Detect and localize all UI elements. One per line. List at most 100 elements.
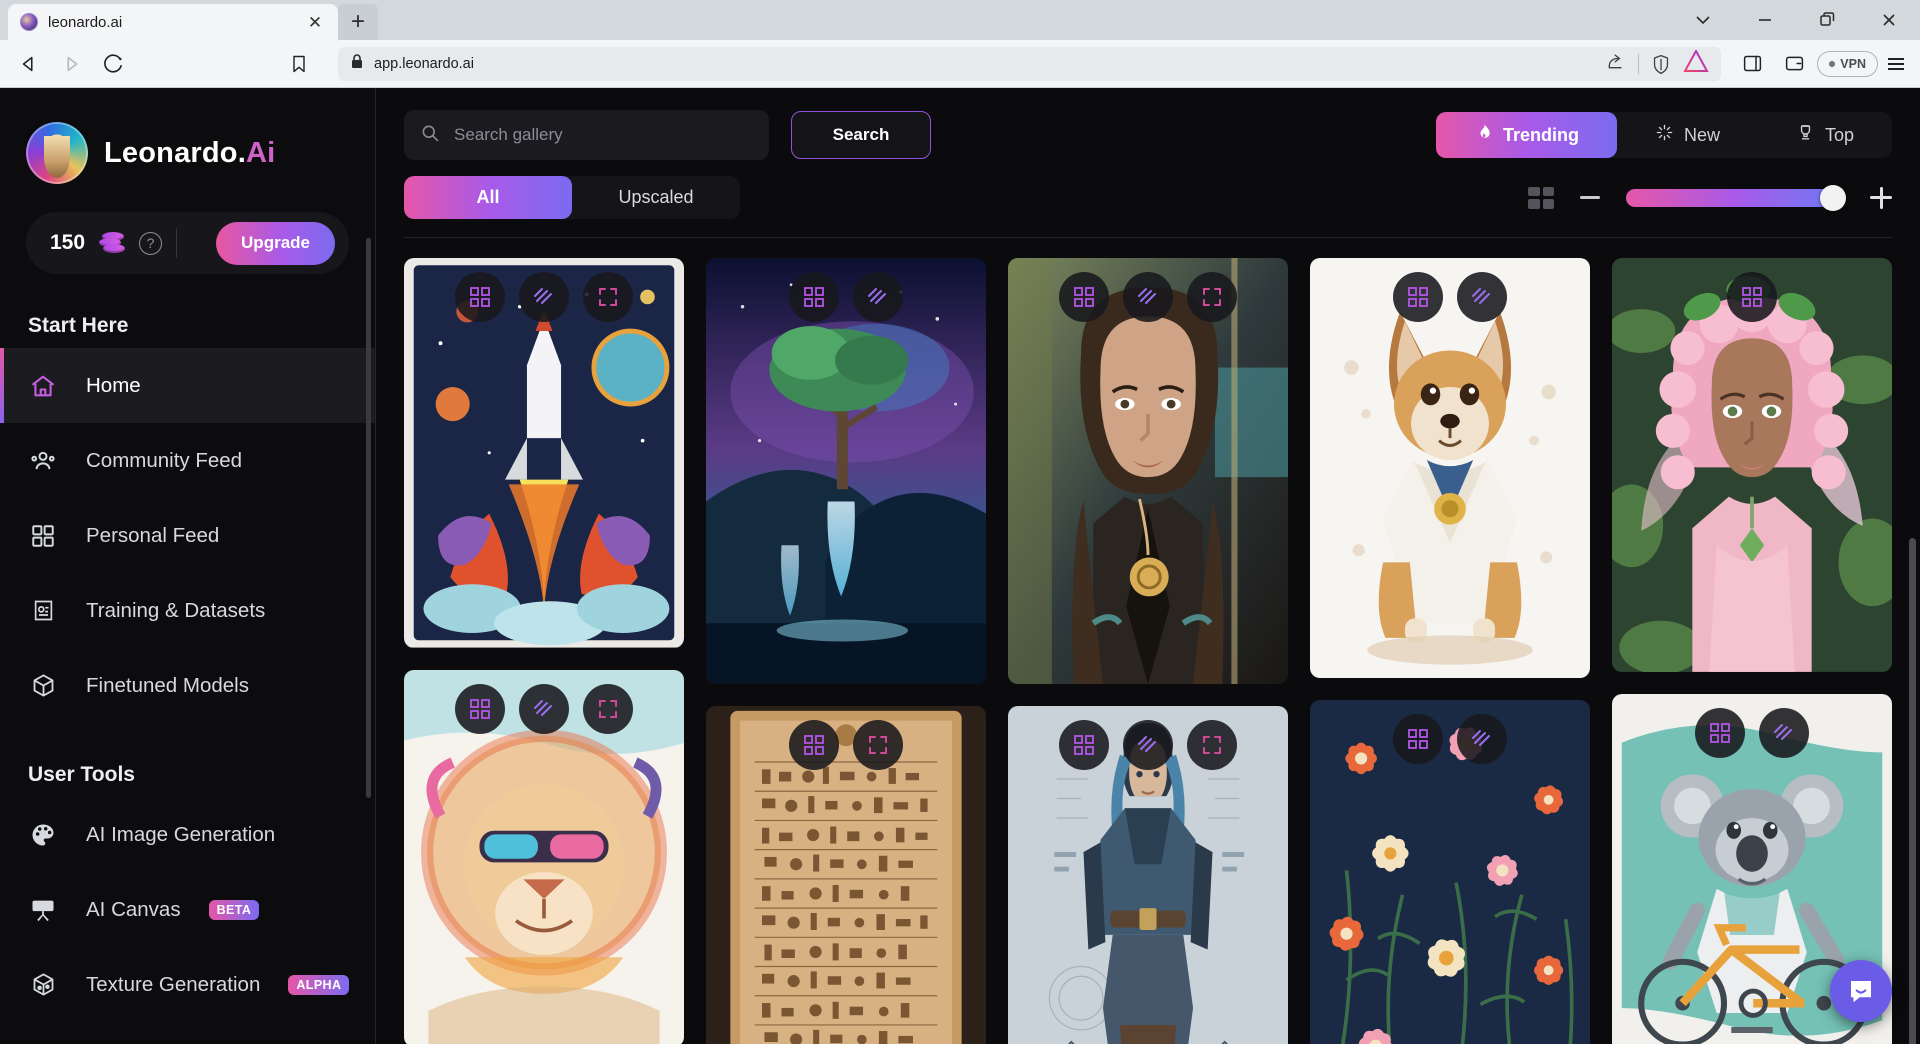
grid-density-icon[interactable] xyxy=(1528,186,1554,209)
search-input[interactable] xyxy=(454,125,753,145)
brand-name: Leonardo.Ai xyxy=(104,137,275,170)
search-icon xyxy=(420,123,440,148)
brand-name-suffix: Ai xyxy=(245,136,276,169)
upscale-icon[interactable] xyxy=(519,272,569,322)
brave-shields-icon[interactable] xyxy=(1651,54,1671,74)
remix-icon[interactable] xyxy=(455,683,505,734)
forward-icon[interactable] xyxy=(52,47,90,81)
sidebar-panel-icon[interactable] xyxy=(1733,47,1771,81)
badge-alpha: ALPHA xyxy=(288,974,350,995)
zoom-in-button[interactable] xyxy=(1870,186,1892,209)
gallery-card[interactable] xyxy=(1612,258,1892,672)
card-action-overlay xyxy=(1310,714,1590,764)
remix-icon[interactable] xyxy=(789,720,839,771)
upscale-icon[interactable] xyxy=(519,683,569,734)
back-icon[interactable] xyxy=(10,47,48,81)
remix-icon[interactable] xyxy=(1059,720,1109,771)
sidebar-scrollbar[interactable] xyxy=(366,238,371,798)
trophy-icon xyxy=(1796,123,1815,147)
close-window-icon[interactable] xyxy=(1858,0,1920,40)
vpn-button[interactable]: VPN xyxy=(1817,50,1878,77)
leonardo-favicon-icon xyxy=(20,13,38,31)
reload-icon[interactable] xyxy=(94,47,132,81)
vpn-status-dot xyxy=(1829,60,1836,67)
filter-label: Top xyxy=(1824,124,1854,145)
filter-trending[interactable]: Trending xyxy=(1435,112,1617,158)
upscale-icon[interactable] xyxy=(1457,272,1507,322)
filter-top[interactable]: Top xyxy=(1758,112,1892,158)
new-tab-button[interactable]: + xyxy=(338,4,378,40)
search-button[interactable]: Search xyxy=(791,111,931,159)
remix-icon[interactable] xyxy=(1727,272,1777,322)
gallery-card[interactable] xyxy=(1008,706,1288,1044)
card-action-overlay xyxy=(1008,272,1288,322)
wallet-icon[interactable] xyxy=(1775,47,1813,81)
card-action-overlay xyxy=(404,683,684,734)
card-action-overlay xyxy=(1310,272,1590,322)
cube-icon xyxy=(28,671,58,701)
leonardo-app: Leonardo.Ai 150 ? Upgrade Start Here Hom… xyxy=(0,88,1920,1044)
sidebar-item-ai-image-generation[interactable]: AI Image Generation xyxy=(0,797,375,872)
fullscreen-icon[interactable] xyxy=(1187,720,1237,771)
zoom-out-button[interactable] xyxy=(1580,196,1600,199)
gallery-card[interactable] xyxy=(1310,700,1590,1044)
tab-all[interactable]: All xyxy=(404,176,572,219)
sidebar-nav-start-here: Home Community Feed Personal Feed Traini… xyxy=(0,348,375,723)
browser-tab-leonardo[interactable]: leonardo.ai ✕ xyxy=(8,4,338,40)
gallery-card[interactable] xyxy=(404,669,684,1044)
remix-icon[interactable] xyxy=(789,272,839,322)
filter-new[interactable]: New xyxy=(1617,112,1758,158)
sidebar-item-training-datasets[interactable]: Training & Datasets xyxy=(0,573,375,648)
gallery-card[interactable] xyxy=(404,258,684,648)
lock-icon xyxy=(350,53,364,74)
tab-upscaled[interactable]: Upscaled xyxy=(572,176,740,219)
restore-icon[interactable] xyxy=(1796,0,1858,40)
upscale-icon[interactable] xyxy=(1759,707,1809,758)
leo-ai-icon[interactable] xyxy=(1683,48,1709,77)
type-tab-group: All Upscaled xyxy=(404,176,740,219)
fullscreen-icon[interactable] xyxy=(583,272,633,322)
gallery-scrollbar[interactable] xyxy=(1909,538,1916,1044)
share-icon[interactable] xyxy=(1606,51,1626,76)
card-action-overlay xyxy=(1612,707,1892,758)
gallery-card[interactable] xyxy=(1310,258,1590,678)
address-bar[interactable]: app.leonardo.ai xyxy=(338,46,1722,81)
chevron-down-icon[interactable] xyxy=(1672,0,1734,40)
upgrade-button[interactable]: Upgrade xyxy=(216,221,335,265)
minimize-icon[interactable] xyxy=(1734,0,1796,40)
brand-logo-block[interactable]: Leonardo.Ai xyxy=(0,110,375,184)
zoom-slider[interactable] xyxy=(1626,184,1846,211)
gallery-card[interactable] xyxy=(706,706,986,1044)
sidebar-item-finetuned-models[interactable]: Finetuned Models xyxy=(0,648,375,723)
upscale-icon[interactable] xyxy=(853,272,903,322)
bookmark-icon[interactable] xyxy=(280,47,318,81)
fullscreen-icon[interactable] xyxy=(853,720,903,771)
sidebar-section-user-tools: User Tools xyxy=(28,763,135,786)
remix-icon[interactable] xyxy=(1695,707,1745,758)
close-icon[interactable]: ✕ xyxy=(304,11,326,33)
intercom-chat-icon[interactable] xyxy=(1830,960,1892,1022)
remix-icon[interactable] xyxy=(455,272,505,322)
upscale-icon[interactable] xyxy=(1123,720,1173,771)
hamburger-menu-icon[interactable] xyxy=(1882,57,1910,70)
search-input-wrapper[interactable] xyxy=(404,110,769,160)
zoom-slider-knob[interactable] xyxy=(1820,184,1846,211)
gallery-toolbar: Search Trending New xyxy=(376,88,1920,238)
sidebar-item-community-feed[interactable]: Community Feed xyxy=(0,423,375,498)
gallery-scroll-area[interactable] xyxy=(376,238,1920,1044)
fullscreen-icon[interactable] xyxy=(1187,272,1237,322)
help-circle-icon[interactable]: ? xyxy=(139,231,163,255)
sidebar-item-texture-generation[interactable]: Texture Generation ALPHA xyxy=(0,947,375,1022)
sidebar-item-label: Community Feed xyxy=(86,448,243,472)
sidebar-item-ai-canvas[interactable]: AI Canvas BETA xyxy=(0,872,375,947)
upscale-icon[interactable] xyxy=(1123,272,1173,322)
fullscreen-icon[interactable] xyxy=(583,683,633,734)
sidebar-item-home[interactable]: Home xyxy=(0,348,375,423)
remix-icon[interactable] xyxy=(1059,272,1109,322)
remix-icon[interactable] xyxy=(1393,272,1443,322)
upscale-icon[interactable] xyxy=(1457,714,1507,764)
remix-icon[interactable] xyxy=(1393,714,1443,764)
gallery-card[interactable] xyxy=(1008,258,1288,685)
gallery-card[interactable] xyxy=(706,258,986,685)
sidebar-item-personal-feed[interactable]: Personal Feed xyxy=(0,498,375,573)
